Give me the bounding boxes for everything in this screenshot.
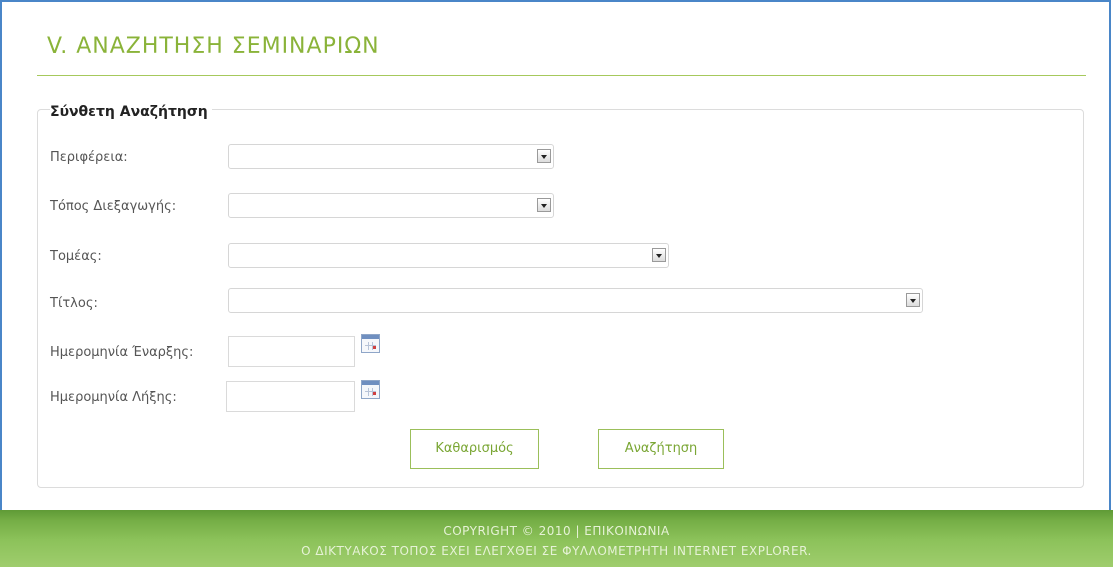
end-date-input[interactable] bbox=[226, 381, 355, 412]
calendar-marker bbox=[373, 346, 376, 349]
region-label: Περιφέρεια: bbox=[50, 150, 128, 165]
region-select[interactable] bbox=[228, 144, 554, 169]
venue-label: Τόπος Διεξαγωγής: bbox=[50, 199, 177, 214]
calendar-icon[interactable] bbox=[361, 380, 380, 399]
footer-copyright: COPYRIGHT © 2010 | ΕΠΙΚΟΙΝΩΝΙΑ bbox=[443, 524, 670, 538]
title-select[interactable] bbox=[228, 288, 923, 313]
chevron-down-icon[interactable] bbox=[537, 198, 551, 212]
sector-select[interactable] bbox=[228, 243, 669, 268]
chevron-down-icon[interactable] bbox=[906, 293, 920, 307]
panel-heading: Σύνθετη Αναζήτηση bbox=[50, 104, 212, 120]
start-date-label: Ημερομηνία Έναρξης: bbox=[50, 345, 194, 360]
footer: COPYRIGHT © 2010 | ΕΠΙΚΟΙΝΩΝΙΑ Ο ΔΙΚΤΥΑΚ… bbox=[0, 510, 1113, 567]
title-label: Τίτλος: bbox=[50, 296, 98, 311]
sector-label: Τομέας: bbox=[50, 249, 102, 264]
venue-select[interactable] bbox=[228, 193, 554, 218]
search-button[interactable]: Αναζήτηση bbox=[598, 429, 724, 469]
end-date-label: Ημερομηνία Λήξης: bbox=[50, 390, 177, 405]
start-date-input[interactable] bbox=[228, 336, 355, 367]
calendar-marker bbox=[373, 392, 376, 395]
chevron-down-icon[interactable] bbox=[652, 248, 666, 262]
page-title: V. ΑΝΑΖΗΤΗΣΗ ΣΕΜΙΝΑΡΙΩΝ bbox=[47, 34, 380, 59]
footer-browser-note: Ο ΔΙΚΤΥΑΚΟΣ ΤΟΠΟΣ ΕΧΕΙ ΕΛΕΓΧΘΕΙ ΣΕ ΦΥΛΛΟ… bbox=[301, 544, 812, 558]
chevron-down-icon[interactable] bbox=[537, 149, 551, 163]
calendar-icon[interactable] bbox=[361, 334, 380, 353]
title-divider bbox=[37, 75, 1086, 76]
clear-button[interactable]: Καθαρισμός bbox=[410, 429, 539, 469]
